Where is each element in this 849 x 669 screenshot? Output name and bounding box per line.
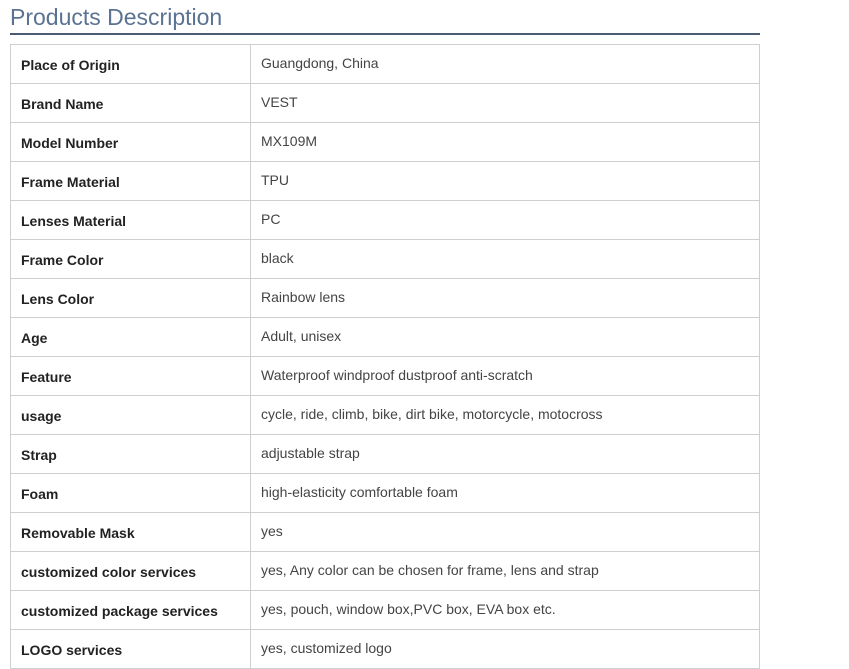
spec-label: Frame Material: [10, 161, 251, 201]
spec-label: Model Number: [10, 122, 251, 162]
spec-label: Removable Mask: [10, 512, 251, 552]
table-row: Model Number MX109M: [10, 122, 760, 162]
spec-label: LOGO services: [10, 629, 251, 669]
table-row: Brand Name VEST: [10, 83, 760, 123]
spec-value: high-elasticity comfortable foam: [250, 473, 760, 513]
spec-label: Strap: [10, 434, 251, 474]
spec-value: Adult, unisex: [250, 317, 760, 357]
spec-label: Place of Origin: [10, 44, 251, 84]
spec-label: Brand Name: [10, 83, 251, 123]
table-row: Lens Color Rainbow lens: [10, 278, 760, 318]
section-heading: Products Description: [10, 0, 760, 35]
table-row: Age Adult, unisex: [10, 317, 760, 357]
table-row: Removable Mask yes: [10, 512, 760, 552]
spec-value: yes: [250, 512, 760, 552]
spec-value: yes, customized logo: [250, 629, 760, 669]
specifications-table: Place of Origin Guangdong, China Brand N…: [10, 44, 760, 669]
spec-value: PC: [250, 200, 760, 240]
specifications-body: Place of Origin Guangdong, China Brand N…: [10, 44, 760, 669]
spec-value: Waterproof windproof dustproof anti-scra…: [250, 356, 760, 396]
table-row: Lenses Material PC: [10, 200, 760, 240]
products-description-section: Products Description Place of Origin Gua…: [10, 0, 760, 669]
spec-label: Frame Color: [10, 239, 251, 279]
spec-value: Guangdong, China: [250, 44, 760, 84]
spec-label: Age: [10, 317, 251, 357]
table-row: Frame Color black: [10, 239, 760, 279]
table-row: Strap adjustable strap: [10, 434, 760, 474]
spec-value: black: [250, 239, 760, 279]
spec-label: Lens Color: [10, 278, 251, 318]
spec-label: usage: [10, 395, 251, 435]
spec-label: Feature: [10, 356, 251, 396]
table-row: Foam high-elasticity comfortable foam: [10, 473, 760, 513]
table-row: Frame Material TPU: [10, 161, 760, 201]
spec-label: customized package services: [10, 590, 251, 630]
spec-value: cycle, ride, climb, bike, dirt bike, mot…: [250, 395, 760, 435]
table-row: customized package services yes, pouch, …: [10, 590, 760, 630]
spec-value: yes, Any color can be chosen for frame, …: [250, 551, 760, 591]
table-row: LOGO services yes, customized logo: [10, 629, 760, 669]
spec-label: Lenses Material: [10, 200, 251, 240]
table-row: customized color services yes, Any color…: [10, 551, 760, 591]
table-row: usage cycle, ride, climb, bike, dirt bik…: [10, 395, 760, 435]
spec-label: Foam: [10, 473, 251, 513]
spec-value: MX109M: [250, 122, 760, 162]
spec-value: Rainbow lens: [250, 278, 760, 318]
spec-value: VEST: [250, 83, 760, 123]
spec-value: yes, pouch, window box,PVC box, EVA box …: [250, 590, 760, 630]
spec-label: customized color services: [10, 551, 251, 591]
section-title: Products Description: [10, 4, 223, 30]
spec-value: TPU: [250, 161, 760, 201]
spec-value: adjustable strap: [250, 434, 760, 474]
table-row: Place of Origin Guangdong, China: [10, 44, 760, 84]
table-row: Feature Waterproof windproof dustproof a…: [10, 356, 760, 396]
